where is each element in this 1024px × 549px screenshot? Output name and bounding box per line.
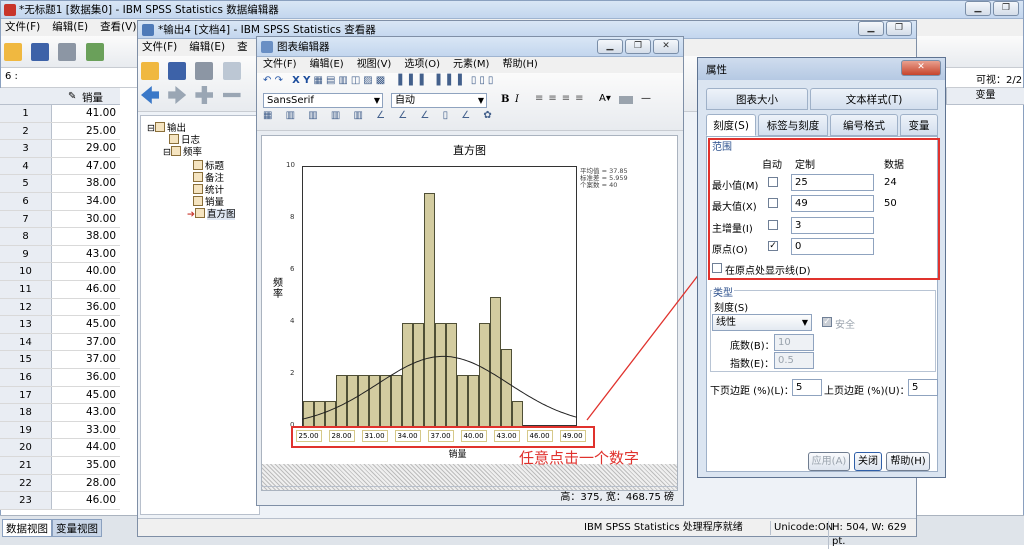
- close-button[interactable]: 关闭: [854, 452, 882, 471]
- help-button[interactable]: 帮助(H): [886, 452, 930, 471]
- max-value-field[interactable]: 49: [791, 195, 874, 212]
- lower-margin-label: 下页边距 (%)(L)：: [710, 386, 794, 397]
- annotation-text: 任意点击一个数字: [519, 449, 640, 467]
- origin-line-label: 在原点处显示线(D): [725, 266, 811, 277]
- range-group-label: 范围: [712, 142, 732, 153]
- exponent-label: 指数(E)：: [730, 359, 775, 370]
- min-label: 最小值(M): [712, 181, 759, 192]
- auto-column-header: 自动: [762, 160, 782, 171]
- min-data-value: 24: [884, 177, 897, 188]
- origin-line-checkbox[interactable]: [712, 263, 722, 273]
- data-column-header: 数据: [884, 160, 904, 171]
- chevron-down-icon: ▼: [801, 318, 808, 327]
- scale-type-select[interactable]: 线性 ▼: [712, 314, 812, 331]
- scale-type-label: 刻度(S): [714, 303, 749, 314]
- base-label: 底数(B)：: [730, 341, 775, 352]
- origin-auto-checkbox[interactable]: ✓: [768, 241, 778, 251]
- major-increment-field[interactable]: 3: [791, 217, 874, 234]
- properties-title: 属性: [706, 64, 727, 76]
- safe-label: 安全: [835, 320, 855, 331]
- exponent-field: 0.5: [774, 352, 814, 369]
- tab-number-format[interactable]: 编号格式: [830, 114, 898, 136]
- min-value-field[interactable]: 25: [791, 174, 874, 191]
- max-label: 最大值(X): [712, 202, 757, 213]
- origin-label: 原点(O): [712, 245, 748, 256]
- properties-titlebar: 属性 ✕: [698, 58, 945, 80]
- tab-text-style[interactable]: 文本样式(T): [810, 88, 938, 110]
- origin-value-field[interactable]: 0: [791, 238, 874, 255]
- tab-scale[interactable]: 刻度(S): [706, 114, 756, 136]
- min-auto-checkbox[interactable]: [768, 177, 778, 187]
- major-increment-label: 主增量(I): [712, 224, 753, 235]
- safe-checkbox: ✓: [822, 317, 832, 327]
- tab-chart-size[interactable]: 图表大小: [706, 88, 808, 110]
- properties-close-icon[interactable]: ✕: [901, 60, 941, 76]
- tab-labels-ticks[interactable]: 标签与刻度: [758, 114, 828, 136]
- upper-margin-label: 上页边距 (%)(U)：: [824, 386, 910, 397]
- upper-margin-field[interactable]: 5: [908, 379, 938, 396]
- apply-button[interactable]: 应用(A): [808, 452, 850, 471]
- type-group-label: 类型: [712, 284, 734, 299]
- tab-variables[interactable]: 变量: [900, 114, 938, 136]
- base-field: 10: [774, 334, 814, 351]
- max-data-value: 50: [884, 198, 897, 209]
- major-auto-checkbox[interactable]: [768, 220, 778, 230]
- max-auto-checkbox[interactable]: [768, 198, 778, 208]
- custom-column-header: 定制: [795, 160, 815, 171]
- lower-margin-field[interactable]: 5: [792, 379, 822, 396]
- properties-dialog: 属性 ✕ 图表大小 文本样式(T) 刻度(S) 标签与刻度 编号格式 变量 范围…: [697, 57, 946, 478]
